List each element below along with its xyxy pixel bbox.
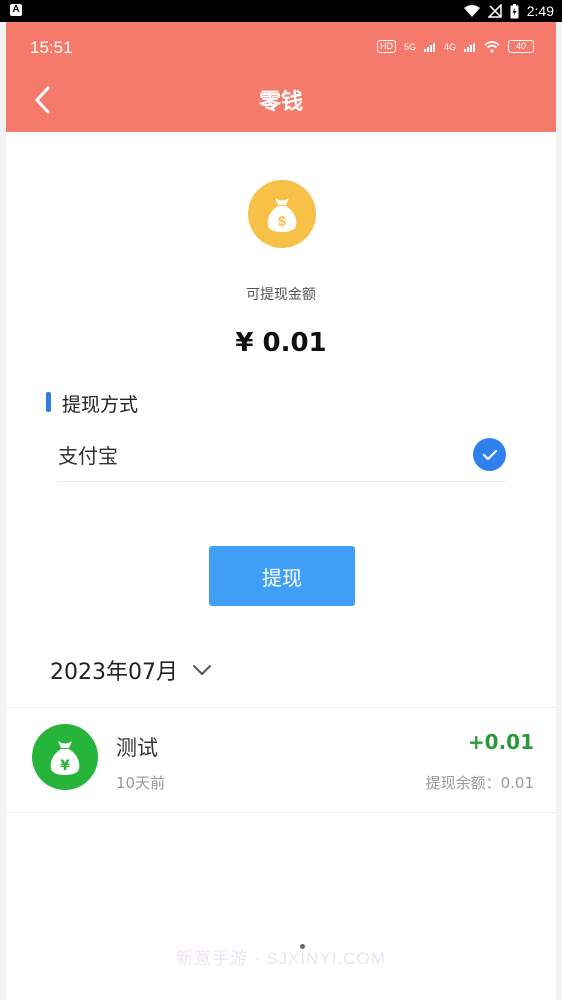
- record-amount: +0.01: [467, 730, 534, 754]
- signal-bars-icon: [423, 42, 435, 52]
- balance-label: 可提现金额: [246, 287, 316, 303]
- hd-badge: HD: [376, 40, 396, 53]
- page-title: 零钱: [258, 90, 303, 115]
- method-section-title: 提现方式: [62, 394, 139, 416]
- month-filter[interactable]: 2023年07月: [50, 650, 212, 690]
- no-signal-icon: [487, 4, 502, 18]
- divider: [6, 812, 556, 813]
- selected-check: [473, 438, 506, 471]
- signal-bars-icon: [464, 42, 475, 52]
- wifi-icon: [484, 40, 500, 53]
- withdraw-method-section: 提现方式 支付宝: [6, 382, 556, 542]
- list-item[interactable]: ¥ 测试 10天前 +0.01 提现余额：0.01: [6, 708, 556, 814]
- yuan-bag-icon: ¥: [50, 741, 80, 775]
- signal-4g-label: 4G: [443, 41, 456, 52]
- device-status-bar: A 2:49: [0, 0, 562, 22]
- record-time: 10天前: [116, 774, 166, 792]
- device-time: 2:49: [526, 3, 554, 19]
- battery-indicator: 40: [508, 40, 534, 53]
- notification-a-icon: A: [10, 4, 22, 16]
- watermark: 新意手游 · SJXINYI.COM: [176, 949, 386, 968]
- record-icon-badge: ¥: [32, 724, 98, 790]
- method-option-label: 支付宝: [58, 444, 118, 468]
- app-status-bar: 15:51 HD 5G 4G 40: [6, 22, 556, 72]
- page-dot: [300, 944, 305, 949]
- svg-text:¥: ¥: [60, 758, 70, 774]
- nav-bar: 零钱: [6, 72, 556, 128]
- chevron-down-icon: [192, 665, 211, 675]
- money-bag-icon: $: [267, 198, 297, 232]
- method-option-alipay[interactable]: 支付宝: [58, 430, 506, 482]
- app-window: 15:51 HD 5G 4G 40 零钱 $ 可提现金额 ¥ 0.01 提现方式…: [6, 22, 556, 1000]
- battery-charging-icon: [510, 3, 519, 18]
- withdraw-button[interactable]: 提现: [209, 546, 355, 606]
- month-value: 2023年07月: [50, 660, 178, 685]
- checkmark-icon: [482, 449, 497, 460]
- signal-5g-label: 5G: [403, 41, 416, 52]
- wifi-icon: [463, 5, 480, 17]
- balance-section: $ 可提现金额 ¥ 0.01: [6, 132, 556, 382]
- section-accent-bar: [46, 392, 51, 412]
- status-icons: HD 5G 4G 40: [376, 40, 534, 53]
- record-title: 测试: [116, 736, 158, 760]
- money-bag-badge: $: [248, 180, 316, 248]
- screen: A 2:49 15:51 HD 5G 4G 40 零钱 $ 可提现金额 ¥ 0.…: [0, 0, 562, 1000]
- svg-text:$: $: [278, 213, 286, 229]
- balance-amount: ¥ 0.01: [235, 328, 327, 358]
- app-header: 15:51 HD 5G 4G 40 零钱: [6, 22, 556, 132]
- record-balance: 提现余额：0.01: [425, 774, 534, 792]
- status-time: 15:51: [30, 38, 73, 57]
